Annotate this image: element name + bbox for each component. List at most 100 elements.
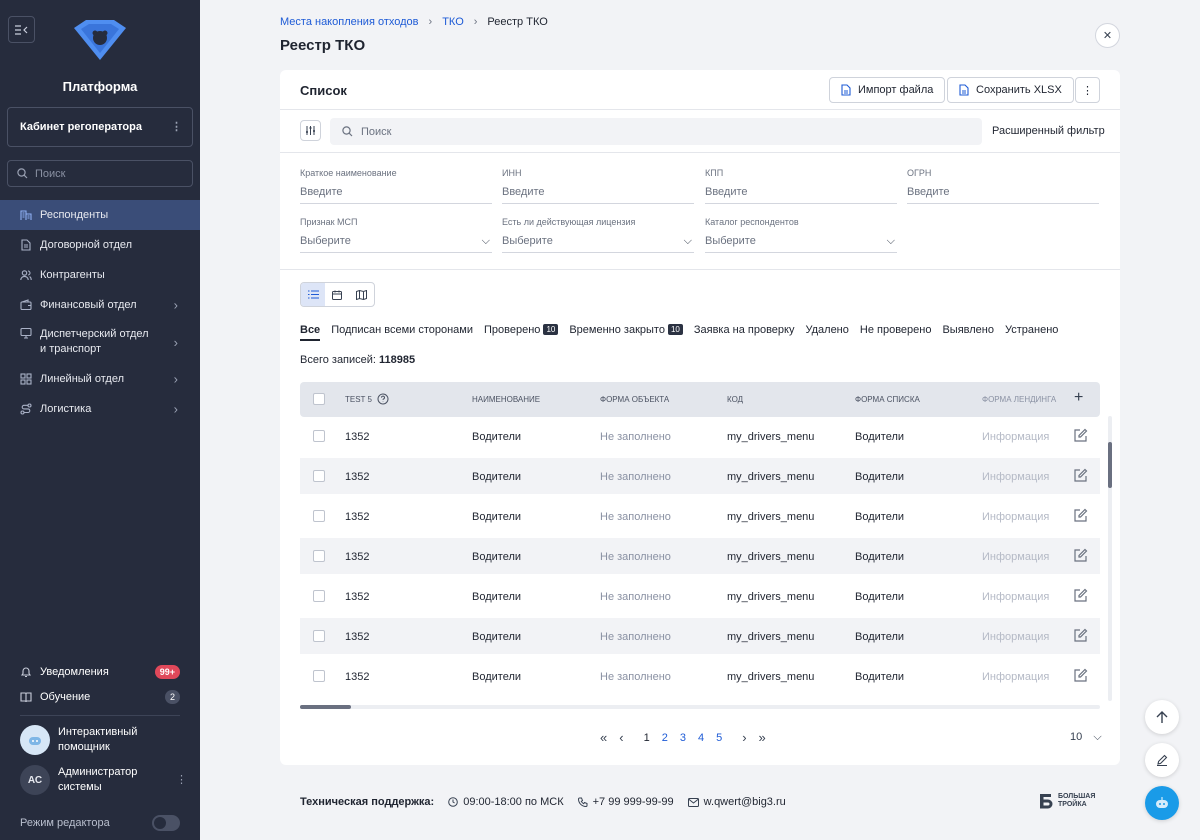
table-row[interactable]: 1352 Водители Не заполнено my_drivers_menu В… <box>300 538 1100 574</box>
page-number[interactable]: 4 <box>698 732 704 744</box>
column-header[interactable]: Форма лендинга <box>982 395 1056 404</box>
search-input[interactable]: Поиск <box>330 118 982 145</box>
page-number[interactable]: 2 <box>662 732 668 744</box>
vertical-scrollbar[interactable] <box>1108 416 1112 701</box>
tab-signed[interactable]: Подписан всеми сторонами <box>331 324 473 341</box>
sidebar-divider <box>20 715 180 716</box>
edit-icon[interactable] <box>1073 628 1088 643</box>
table-cell: Водители <box>855 551 905 563</box>
per-page-select[interactable]: 10 ⌵ <box>1070 731 1102 744</box>
next-page-icon[interactable]: › <box>742 730 746 745</box>
edit-icon[interactable] <box>1073 468 1088 483</box>
horizontal-scrollbar[interactable] <box>300 705 1100 709</box>
user-profile[interactable]: АС Администратор системы ⋮ <box>20 765 190 795</box>
filter-catalog[interactable]: Каталог респондентов Выберите ⌵ <box>705 217 897 253</box>
table-row[interactable]: 1352 Водители Не заполнено my_drivers_menu В… <box>300 658 1100 694</box>
assistant-item[interactable]: Интерактивный помощник <box>20 725 190 755</box>
sidebar-item-respondents[interactable]: Респонденты <box>0 200 200 230</box>
scroll-thumb[interactable] <box>1108 442 1112 488</box>
page-number[interactable]: 3 <box>680 732 686 744</box>
table-row[interactable]: 1352 Водители Не заполнено my_drivers_menu В… <box>300 458 1100 494</box>
map-view-button[interactable] <box>350 283 374 306</box>
tab-check-request[interactable]: Заявка на проверку <box>694 324 795 341</box>
filter-license[interactable]: Есть ли действующая лицензия Выберите ⌵ <box>502 217 694 253</box>
sidebar-item-contracts[interactable]: Договорной отдел <box>0 230 200 260</box>
table-cell: Водители <box>472 471 522 483</box>
row-checkbox[interactable] <box>313 590 325 602</box>
column-header[interactable]: TEST 5 <box>345 395 372 404</box>
table-row[interactable]: 1352 Водители Не заполнено my_drivers_menu В… <box>300 498 1100 534</box>
more-actions-button[interactable]: ⋮ <box>1075 77 1100 103</box>
filter-settings-button[interactable] <box>300 120 321 141</box>
table-row[interactable]: 1352 Водители Не заполнено my_drivers_menu В… <box>300 618 1100 654</box>
scroll-thumb[interactable] <box>300 705 351 709</box>
sidebar-item-line-dept[interactable]: Линейный отдел › <box>0 364 200 394</box>
tab-checked[interactable]: Проверено 10 <box>484 324 559 341</box>
filter-short-name[interactable]: Краткое наименование Введите <box>300 168 492 204</box>
collapse-sidebar-button[interactable] <box>8 16 35 43</box>
filter-ogrn[interactable]: ОГРН Введите <box>907 168 1099 204</box>
tab-fixed[interactable]: Устранено <box>1005 324 1058 341</box>
table-row[interactable]: 1352 Водители Не заполнено my_drivers_menu В… <box>300 578 1100 614</box>
more-vertical-icon[interactable]: ⋮ <box>171 120 182 133</box>
edit-icon[interactable] <box>1073 588 1088 603</box>
edit-page-button[interactable] <box>1145 743 1179 777</box>
row-checkbox[interactable] <box>313 470 325 482</box>
row-checkbox[interactable] <box>313 510 325 522</box>
breadcrumb-link[interactable]: Места накопления отходов <box>280 16 419 28</box>
edit-icon[interactable] <box>1073 508 1088 523</box>
filter-inn[interactable]: ИНН Введите <box>502 168 694 204</box>
edit-icon[interactable] <box>1073 428 1088 443</box>
cabinet-selector[interactable]: Кабинет регоператора ⋮ <box>7 107 193 147</box>
support-email[interactable]: w.qwert@big3.ru <box>687 796 786 808</box>
training-item[interactable]: Обучение 2 <box>0 685 200 709</box>
row-checkbox[interactable] <box>313 550 325 562</box>
filter-kpp[interactable]: КПП Введите <box>705 168 897 204</box>
help-circle-icon[interactable] <box>377 393 389 405</box>
column-header[interactable]: Наименование <box>472 395 540 404</box>
page-number[interactable]: 5 <box>716 732 722 744</box>
close-button[interactable]: ✕ <box>1095 23 1120 48</box>
add-column-icon[interactable]: + <box>1074 389 1083 407</box>
editor-mode-toggle[interactable] <box>152 815 180 831</box>
tab-all[interactable]: Все <box>300 324 321 341</box>
row-checkbox[interactable] <box>313 430 325 442</box>
edit-icon[interactable] <box>1073 548 1088 563</box>
scroll-top-button[interactable] <box>1145 700 1179 734</box>
more-vertical-icon[interactable]: ⋮ <box>176 773 187 788</box>
row-checkbox[interactable] <box>313 670 325 682</box>
list-view-button[interactable] <box>301 283 326 306</box>
tab-deleted[interactable]: Удалено <box>805 324 848 341</box>
column-header[interactable]: Форма списка <box>855 395 920 404</box>
table-cell: 1352 <box>345 471 370 483</box>
tab-temporarily-closed[interactable]: Временно закрыто 10 <box>569 324 683 341</box>
page-number[interactable]: 1 <box>644 732 650 744</box>
column-header[interactable]: Код <box>727 395 743 404</box>
edit-icon[interactable] <box>1073 668 1088 683</box>
prev-page-icon[interactable]: ‹ <box>619 730 623 745</box>
table-row[interactable]: 1352 Водители Не заполнено my_drivers_menu В… <box>300 418 1100 454</box>
save-xlsx-button[interactable]: Сохранить XLSX <box>947 77 1074 103</box>
sidebar-item-logistics[interactable]: Логистика › <box>0 394 200 424</box>
import-file-button[interactable]: Импорт файла <box>829 77 946 103</box>
platform-logo <box>74 20 126 60</box>
first-page-icon[interactable]: « <box>600 730 607 745</box>
column-header[interactable]: Форма объекта <box>600 395 669 404</box>
assistant-button[interactable] <box>1145 786 1179 820</box>
table-cell: Информация <box>982 591 1050 603</box>
calendar-view-button[interactable] <box>325 283 349 306</box>
row-checkbox[interactable] <box>313 630 325 642</box>
breadcrumb-link[interactable]: ТКО <box>442 16 464 28</box>
filter-msp[interactable]: Признак МСП Выберите ⌵ <box>300 217 492 253</box>
advanced-filter-link[interactable]: Расширенный фильтр <box>992 125 1105 137</box>
tab-detected[interactable]: Выявлено <box>942 324 994 341</box>
sidebar-search-input[interactable]: Поиск <box>7 160 193 187</box>
support-phone[interactable]: +7 99 999-99-99 <box>577 796 674 808</box>
select-all-checkbox[interactable] <box>313 393 325 405</box>
sidebar-item-finance[interactable]: Финансовый отдел › <box>0 290 200 320</box>
sidebar-item-dispatch[interactable]: Диспетчерский отдел и транспорт › <box>0 320 200 364</box>
sidebar-item-counterparties[interactable]: Контрагенты <box>0 260 200 290</box>
notifications-item[interactable]: Уведомления 99+ <box>0 660 200 684</box>
tab-not-checked[interactable]: Не проверено <box>860 324 932 341</box>
last-page-icon[interactable]: » <box>759 730 766 745</box>
